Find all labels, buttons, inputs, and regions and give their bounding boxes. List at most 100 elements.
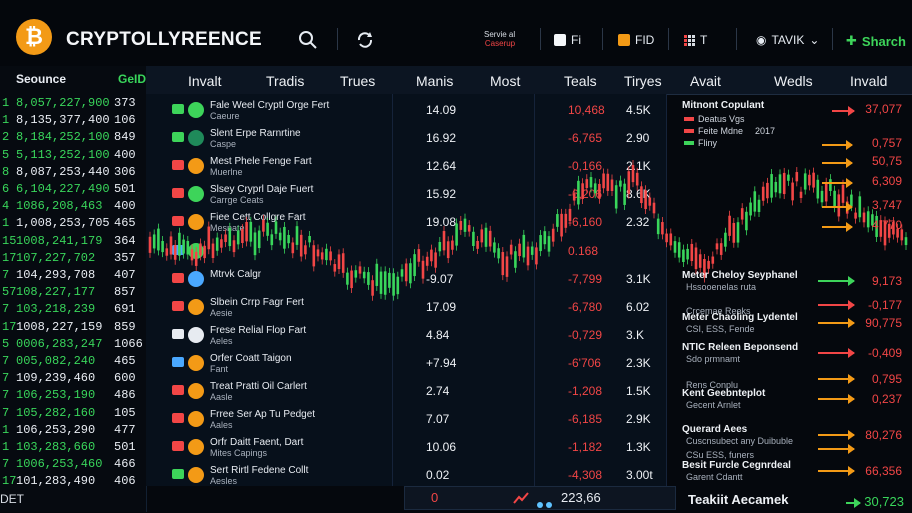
- table-row[interactable]: Slsey Cryprl Daje Fuert Carrge Ceats 15.92…: [160, 184, 660, 212]
- bitcoin-logo-icon[interactable]: ₿: [16, 19, 52, 55]
- app-brand[interactable]: CRYPTOLLYREENCE: [66, 29, 262, 51]
- ledger-value: 1008,241,179: [16, 233, 103, 248]
- bottom-total-value: 223,66: [561, 490, 601, 505]
- ledger-value: 106,253,190: [16, 388, 96, 403]
- table-row[interactable]: Orfer Coatt Taigon Fant +7.94 -6'706 2.3K: [160, 353, 660, 381]
- table-row[interactable]: Frree Ser Ap Tu Pedget Aales 7.07 -6,185 2.9…: [160, 409, 660, 437]
- arrow-icon: [818, 276, 855, 286]
- table-row[interactable]: Mtrvk Calgr -9.07 -7,799 3.1K: [160, 269, 660, 297]
- ledger-value: 105,282,160: [16, 405, 96, 420]
- ledger-index: 57: [2, 285, 17, 300]
- column-header-4[interactable]: Most: [490, 73, 520, 89]
- sync-icon[interactable]: [355, 30, 375, 50]
- column-header-9[interactable]: Invald: [850, 73, 887, 89]
- ledger-count: 105: [114, 405, 136, 420]
- alert-value: 50,75: [871, 154, 902, 168]
- alert-value: 80,276: [865, 428, 902, 442]
- ledger-value: 103,283,660: [16, 440, 96, 454]
- ledger-value: 108,227,177: [16, 285, 96, 300]
- column-header-7[interactable]: Avait: [690, 73, 721, 89]
- table-row[interactable]: Frese Relial Flop Fart Aeles 4.84 -0,729 3.K: [160, 325, 660, 353]
- delta-value: -6'706: [568, 355, 601, 370]
- legend-item: Feite Mdne 2017: [684, 126, 775, 136]
- delta-value: -4,308: [568, 468, 603, 483]
- pill-fid[interactable]: FID: [618, 33, 654, 47]
- delta-value: -6,765: [568, 131, 603, 146]
- legend-extra: 2017: [755, 126, 776, 136]
- alert-subtitle: Cuscnsubect any Duibuble: [686, 436, 794, 446]
- alert-value: 9,173: [871, 274, 902, 288]
- column-header-6[interactable]: Tiryes: [624, 73, 662, 89]
- ledger-index: 7: [2, 302, 10, 317]
- asset-title: Frree Ser Ap Tu Pedget: [210, 409, 316, 421]
- asset-name: Treat Pratti Oil Carlert Aasle: [210, 381, 410, 403]
- asset-title: Sert Rirtl Fedene Collt: [210, 465, 309, 477]
- table-row[interactable]: Slent Erpe Rarnrtine Caspe 16.92 -6,765 2.90: [160, 128, 660, 156]
- table-row[interactable]: Fiee Cett Collgre Fart Mesnate 19.08 -6,160…: [160, 212, 660, 240]
- asset-name: Frese Relial Flop Fart Aeles: [210, 325, 410, 347]
- table-row[interactable]: Slbein Crrp Fagr Fert Aesie 17.09 -6,780 6.0…: [160, 297, 660, 325]
- alert-title: NTIC Releen Beponsend: [682, 342, 799, 353]
- bottom-zero-value: 0: [431, 490, 439, 505]
- column-header-3[interactable]: Manis: [416, 73, 453, 89]
- alert-subtitle: Garent Cdantt: [686, 472, 743, 482]
- ledger-header-gold[interactable]: GeID: [118, 72, 146, 86]
- table-row[interactable]: Fale Weel Cryptl Orge Fert Caeure 14.09 10,…: [160, 100, 660, 128]
- table-row[interactable]: Orfr Daitt Faent, Dart Mites Capings 10.06…: [160, 437, 660, 465]
- ledger-value: 0006,283,247: [16, 336, 103, 351]
- asset-subtitle: Aesie: [210, 307, 233, 318]
- delta-value: -0,166: [568, 159, 603, 174]
- ledger-value: 103,218,239: [16, 302, 96, 317]
- asset-title: Orfr Daitt Faent, Dart: [210, 437, 304, 449]
- column-header-8[interactable]: Wedls: [774, 73, 813, 89]
- asset-avatar-icon: [188, 298, 204, 315]
- alert-title: Querard Aees: [682, 424, 748, 435]
- price-change: 4.84: [426, 327, 450, 342]
- asset-title: Treat Pratti Oil Carlert: [210, 381, 307, 392]
- volume-value: 4.5K: [626, 103, 651, 117]
- pill-fi[interactable]: Fi: [554, 33, 581, 47]
- ledger-value: 104,293,708: [16, 268, 96, 282]
- ledger-index: 15: [2, 233, 17, 248]
- asset-avatar-icon: [188, 130, 204, 147]
- toolbar-divider: [540, 28, 541, 50]
- column-header-2[interactable]: Trues: [340, 73, 375, 89]
- asset-subtitle: Mesnate: [210, 223, 245, 234]
- asset-name: Orfr Daitt Faent, Dart Mites Capings: [210, 437, 410, 459]
- service-status[interactable]: Servie al Caserup: [484, 30, 515, 48]
- pill-grid[interactable]: T: [684, 33, 707, 47]
- table-row[interactable]: 0.168: [160, 241, 660, 269]
- asset-title: Slent Erpe Rarnrtine: [210, 128, 301, 140]
- grid-line: [666, 94, 667, 486]
- price-change: 19.08: [426, 215, 457, 230]
- column-header-5[interactable]: Teals: [564, 73, 597, 89]
- asset-title: Fiee Cett Collgre Fart: [210, 212, 306, 224]
- flag-icon: [172, 385, 184, 395]
- asset-subtitle: Mites Capings: [210, 448, 268, 459]
- bottom-status-bar: 0 223,66: [404, 486, 676, 510]
- legend-label: Fliny: [698, 138, 718, 148]
- column-header-0[interactable]: Invalt: [188, 73, 221, 89]
- volume-value: 6.02: [626, 299, 650, 314]
- ledger-value: 5,113,252,100: [16, 147, 110, 162]
- chevron-down-icon: ⌄: [809, 33, 820, 47]
- trend-icon[interactable]: [513, 492, 529, 504]
- alert-subtitle: CSu ESS, funers: [686, 450, 755, 460]
- search-icon[interactable]: [298, 30, 318, 50]
- volume-value: 3.K: [626, 327, 645, 342]
- search-button[interactable]: ✚ Sharch: [846, 33, 906, 49]
- table-row[interactable]: Mest Phele Fenge Fart Muerlne 12.64 -0,166 2…: [160, 156, 660, 184]
- column-header-1[interactable]: Tradis: [266, 73, 304, 89]
- delta-value: -6,780: [568, 299, 603, 314]
- ledger-value: 1006,253,460: [16, 457, 103, 472]
- volume-value: 2.3K: [626, 355, 651, 370]
- toolbar-divider: [602, 28, 603, 50]
- pill-tavik[interactable]: ◉ TAVIK ⌄: [756, 33, 819, 47]
- ledger-value: 6,104,227,490: [16, 182, 110, 196]
- right-alerts-panel: Mitnont Copulant 37,077 Deatus Vgs Feite…: [676, 94, 912, 512]
- price-change: +7.94: [426, 355, 457, 370]
- table-row[interactable]: Treat Pratti Oil Carlert Aasle 2.74 -1,208 1…: [160, 381, 660, 409]
- square-icon: [554, 34, 566, 46]
- ledger-header-source[interactable]: Seounce: [16, 72, 66, 86]
- ledger-count: 859: [114, 319, 136, 334]
